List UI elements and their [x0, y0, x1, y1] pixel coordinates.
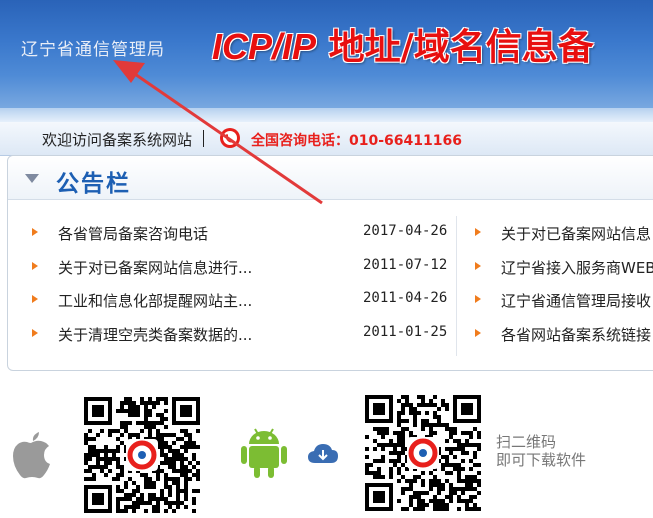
- notice-date: 2011-04-26: [363, 290, 448, 306]
- bullet-arrow-icon: [32, 262, 38, 270]
- bullet-arrow-icon: [32, 228, 38, 236]
- notice-link[interactable]: 各省管局备案咨询电话: [58, 223, 208, 244]
- notice-date: 2011-07-12: [363, 257, 448, 273]
- welcome-text: 欢迎访问备案系统网站: [42, 131, 193, 149]
- hotline-text: 全国咨询电话：010-66411166: [251, 133, 462, 149]
- text-cursor: [203, 130, 204, 147]
- list-item[interactable]: 各省网站备案系统链接: [475, 324, 653, 344]
- apple-icon[interactable]: [9, 428, 53, 480]
- list-item[interactable]: 工业和信息化部提醒网站主... 2011-04-26: [32, 290, 452, 310]
- notice-link[interactable]: 关于对已备案网站信息: [501, 223, 651, 244]
- notice-board: 公告栏 各省管局备案咨询电话 2017-04-26 关于对已备案网站信息进行..…: [7, 155, 653, 371]
- notice-link[interactable]: 辽宁省接入服务商WEB功: [501, 257, 653, 278]
- notice-link[interactable]: 工业和信息化部提醒网站主...: [58, 290, 252, 311]
- bureau-name: 辽宁省通信管理局: [21, 40, 165, 60]
- bullet-arrow-icon: [32, 329, 38, 337]
- bullet-arrow-icon: [475, 228, 481, 236]
- site-title-latin: ICP/IP: [212, 26, 317, 67]
- bullet-arrow-icon: [32, 295, 38, 303]
- phone-icon: [220, 128, 240, 148]
- list-item[interactable]: 关于清理空壳类备案数据的... 2011-01-25: [32, 324, 452, 344]
- bullet-arrow-icon: [475, 295, 481, 303]
- list-item[interactable]: 关于对已备案网站信息进行... 2011-07-12: [32, 257, 452, 277]
- list-item[interactable]: 辽宁省通信管理局接收: [475, 290, 653, 310]
- bullet-arrow-icon: [475, 262, 481, 270]
- notice-link[interactable]: 辽宁省通信管理局接收: [501, 290, 651, 311]
- list-item[interactable]: 辽宁省接入服务商WEB功: [475, 257, 653, 277]
- notice-date: 2011-01-25: [363, 324, 448, 340]
- list-item[interactable]: 各省管局备案咨询电话 2017-04-26: [32, 223, 452, 243]
- scan-hint-line1: 扫二维码: [496, 433, 557, 451]
- notice-header[interactable]: 公告栏: [8, 156, 653, 200]
- notice-date: 2017-04-26: [363, 223, 448, 239]
- bullet-arrow-icon: [475, 329, 481, 337]
- android-icon[interactable]: [240, 426, 288, 480]
- notice-title: 公告栏: [56, 171, 131, 197]
- site-header: 辽宁省通信管理局 ICP/IP 地址/域名信息备: [0, 0, 653, 108]
- scan-hint-line2: 即可下载软件: [496, 451, 587, 469]
- qr-code-android: [360, 390, 486, 516]
- notice-link[interactable]: 关于对已备案网站信息进行...: [58, 257, 252, 278]
- qr-code-ios: [79, 392, 205, 518]
- notice-link[interactable]: 各省网站备案系统链接: [501, 324, 651, 345]
- cloud-download-icon[interactable]: [307, 443, 339, 465]
- collapse-triangle-icon[interactable]: [25, 174, 39, 183]
- site-title-cn: 地址/域名信息备: [316, 27, 594, 68]
- column-divider: [456, 216, 457, 356]
- scan-hint: 扫二维码 即可下载软件: [496, 433, 586, 469]
- site-title: ICP/IP 地址/域名信息备: [212, 18, 594, 70]
- list-item[interactable]: 关于对已备案网站信息: [475, 223, 653, 243]
- nav-bar: 欢迎访问备案系统网站 全国咨询电话：010-66411166: [0, 122, 653, 156]
- header-divider: [0, 108, 653, 122]
- notice-link[interactable]: 关于清理空壳类备案数据的...: [58, 324, 252, 345]
